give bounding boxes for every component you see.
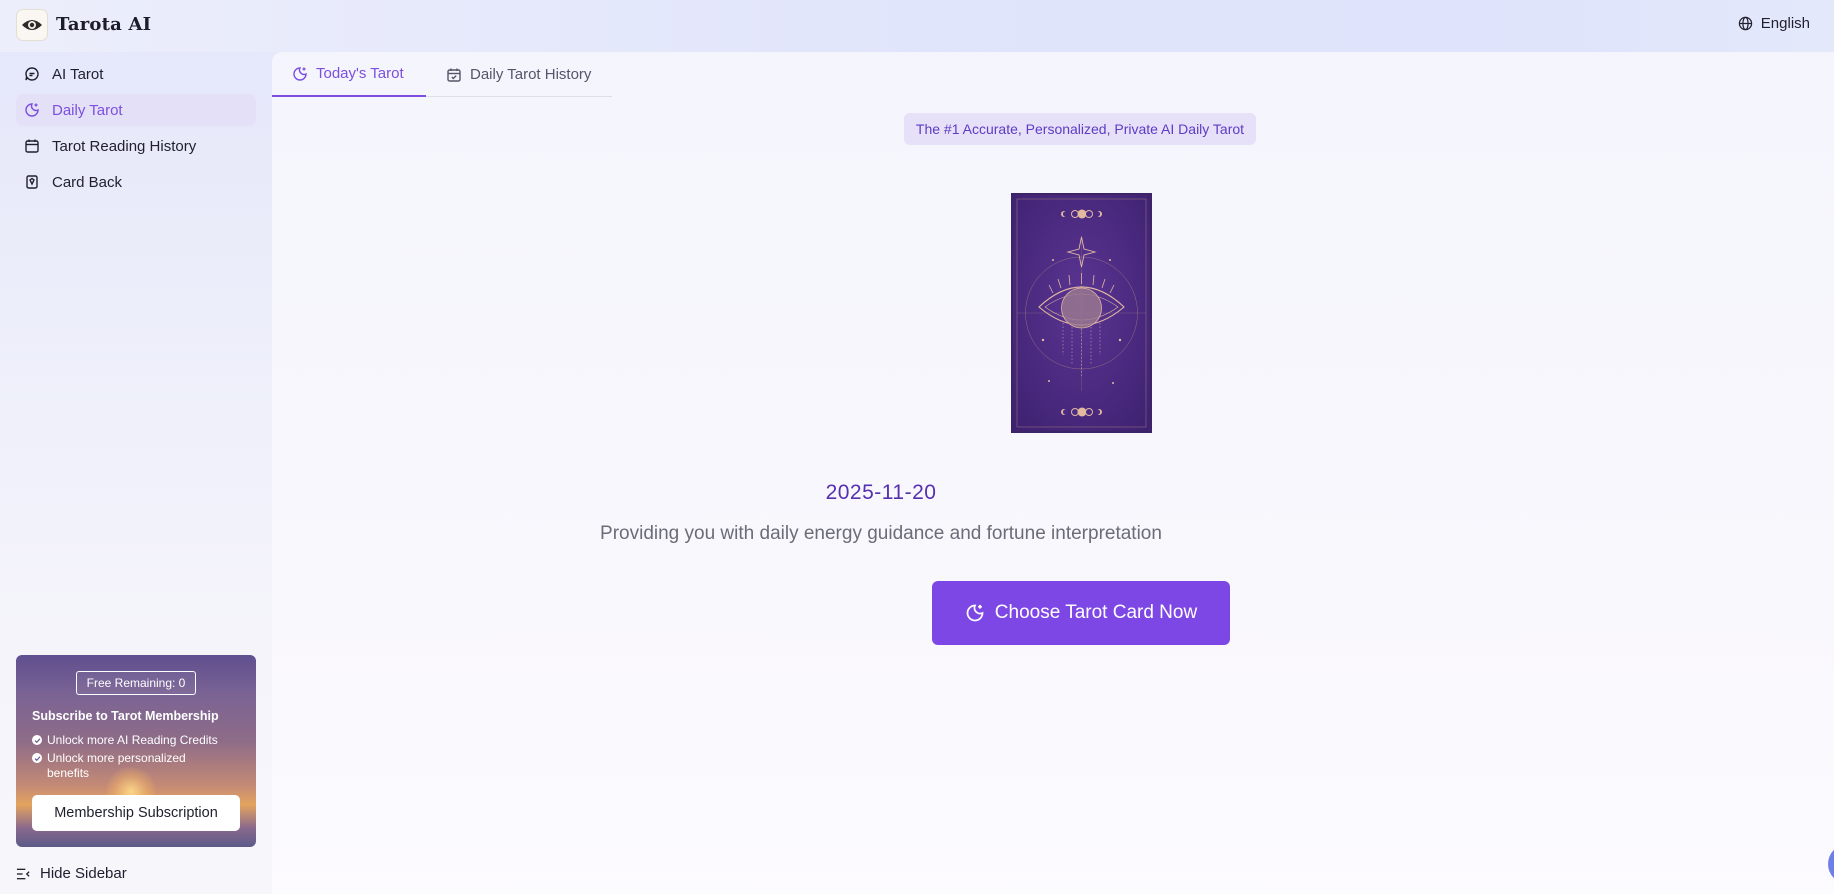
choose-tarot-card-label: Choose Tarot Card Now [994,602,1198,623]
sidebar-item-label: Tarot Reading History [52,137,197,155]
tagline-badge: The #1 Accurate, Personalized, Private A… [904,113,1256,145]
card-back-artwork [1013,195,1150,431]
sidebar-item-daily-tarot[interactable]: Daily Tarot [16,94,256,126]
moon-star-icon [966,604,984,622]
reading-date: 2025-11-20 [825,481,937,504]
collapse-sidebar-icon [16,868,30,879]
brand-name[interactable]: Tarota AI [56,14,151,35]
page-subtitle: Providing you with daily energy guidance… [600,523,1162,544]
sidebar-item-tarot-reading-history[interactable]: Tarot Reading History [16,130,256,162]
card-icon [26,175,38,189]
logo-eye-icon[interactable] [16,9,48,41]
sidebar: AI Tarot Daily Tarot Tarot Reading Histo… [0,52,272,894]
moon-star-icon [293,66,307,81]
promo-benefit-text: Unlock more AI Reading Credits [47,733,218,747]
membership-subscription-button[interactable]: Membership Subscription [32,795,240,831]
globe-icon [1738,16,1752,31]
promo-benefit: Unlock more AI Reading Credits [32,733,242,748]
check-icon [32,753,42,763]
language-selector[interactable]: English [1738,15,1810,32]
tab-label: Daily Tarot History [470,66,592,83]
main-panel: Today's Tarot Daily Tarot History The #1… [272,52,1834,894]
sidebar-item-ai-tarot[interactable]: AI Tarot [16,58,256,90]
calendar-icon [25,139,39,153]
promo-title: Subscribe to Tarot Membership [32,709,219,723]
calendar-check-icon [447,68,461,82]
membership-promo-card: Free Remaining: 0 Subscribe to Tarot Mem… [16,655,256,847]
sidebar-item-label: AI Tarot [52,65,104,83]
tab-bar: Today's Tarot Daily Tarot History [272,52,612,97]
promo-benefit-text: Unlock more personalized benefits [47,751,186,780]
tab-daily-tarot-history[interactable]: Daily Tarot History [426,52,611,97]
moon-star-icon [25,103,39,117]
sidebar-item-label: Card Back [52,173,123,191]
hide-sidebar-label: Hide Sidebar [40,865,127,882]
hide-sidebar-button[interactable]: Hide Sidebar [16,865,127,882]
sidebar-item-card-back[interactable]: Card Back [16,166,256,198]
tab-todays-tarot[interactable]: Today's Tarot [272,52,426,97]
check-icon [32,735,42,745]
language-label: English [1760,15,1810,32]
tarot-card-back[interactable] [1011,193,1152,433]
promo-benefit: Unlock more personalized benefits [32,751,222,781]
top-bar: Tarota AI English [0,0,1834,52]
choose-tarot-card-button[interactable]: Choose Tarot Card Now [932,581,1230,645]
tab-label: Today's Tarot [316,65,404,82]
free-remaining-badge: Free Remaining: 0 [76,671,196,695]
chat-icon [25,67,39,81]
sidebar-item-label: Daily Tarot [52,101,123,119]
